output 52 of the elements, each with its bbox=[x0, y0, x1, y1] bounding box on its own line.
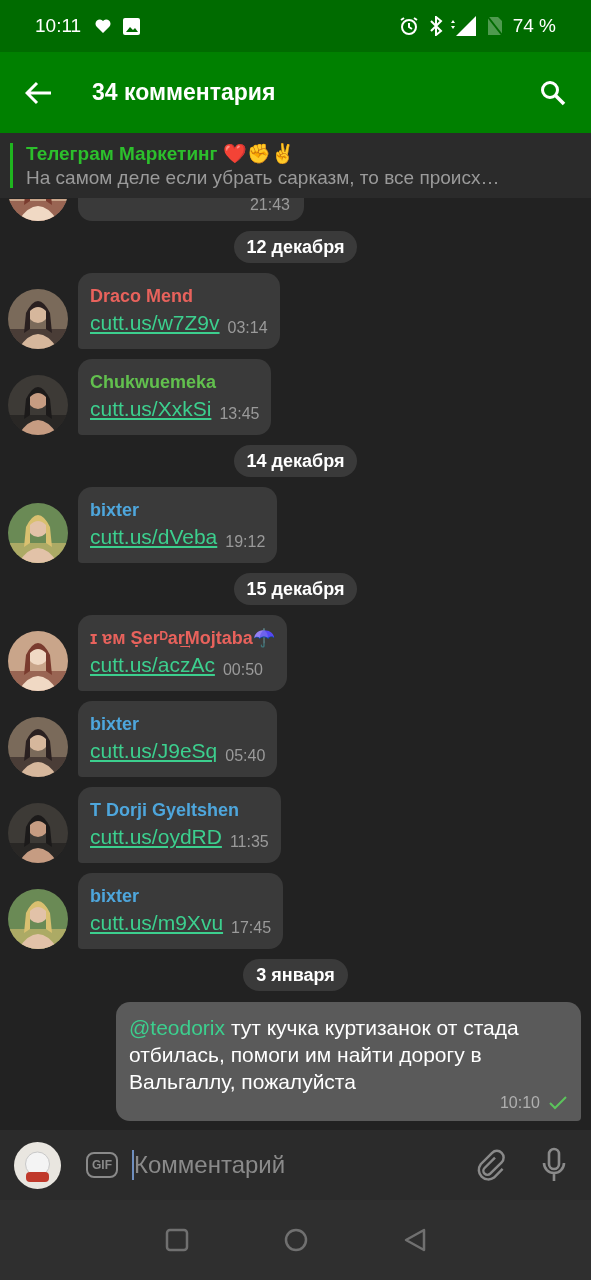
pinned-message[interactable]: Телеграм Маркетинг ❤✊✌ На самом деле если убрать сарказм, то все происх… bbox=[0, 133, 591, 198]
alarm-icon bbox=[398, 16, 419, 36]
heart-icon bbox=[95, 19, 112, 33]
sender-name: Draco Mend bbox=[90, 285, 195, 308]
sender-name: bixter bbox=[90, 499, 141, 522]
date-separator: 3 января bbox=[243, 959, 348, 991]
composer-bar[interactable]: GIF Комментарий bbox=[0, 1130, 591, 1200]
sender-name: bixter bbox=[90, 885, 141, 908]
comment-field[interactable]: Комментарий bbox=[134, 1147, 476, 1183]
message-text: @teodorix тут кучка куртизанок от стада отбилась, помоги им найти дорогу в Вальгаллу, пожалуйста bbox=[129, 1015, 520, 1095]
back-nav-button[interactable] bbox=[402, 1228, 427, 1252]
search-button[interactable] bbox=[540, 79, 566, 106]
pinned-title: Телеграм Маркетинг ❤✊✌ bbox=[26, 141, 296, 166]
message-link[interactable]: cutt.us/XxkSi bbox=[90, 394, 212, 424]
status-time: 10:11 bbox=[35, 13, 82, 38]
image-icon bbox=[123, 17, 141, 35]
message-time: 13:45 bbox=[219, 404, 260, 424]
message-time: 00:50 bbox=[222, 660, 263, 680]
message-time: 10:10 bbox=[499, 1093, 540, 1113]
bluetooth-icon bbox=[428, 16, 443, 36]
message-time: 05:40 bbox=[225, 746, 266, 766]
back-button[interactable] bbox=[25, 80, 53, 105]
pinned-text: На самом деле если убрать сарказм, то все происх… bbox=[26, 165, 500, 190]
sender-name: bixter bbox=[90, 713, 141, 736]
signal-icon bbox=[448, 15, 477, 37]
home-button[interactable] bbox=[283, 1228, 308, 1252]
message-time: 19:12 bbox=[225, 532, 266, 552]
message-time: 17:45 bbox=[231, 918, 272, 938]
sender-name: ɪ ɐм Ṣerᴰar͢Mojtaba☂ bbox=[90, 627, 275, 650]
attach-button[interactable] bbox=[476, 1149, 506, 1181]
date-separator: 14 декабря bbox=[233, 445, 358, 477]
recents-button[interactable] bbox=[164, 1228, 189, 1252]
message-link[interactable]: cutt.us/aczAc bbox=[90, 650, 215, 680]
sender-name: T Dorji Gyeltshen bbox=[90, 799, 241, 822]
chat-title: 34 комментария bbox=[92, 78, 277, 108]
mention-link[interactable]: @teodorix bbox=[129, 1016, 226, 1039]
microphone-button[interactable] bbox=[541, 1147, 567, 1183]
no-sim-icon bbox=[486, 16, 503, 36]
date-separator: 15 декабря bbox=[233, 573, 358, 605]
text-cursor bbox=[132, 1150, 134, 1180]
message-time: 11:35 bbox=[229, 832, 269, 852]
message-link[interactable]: cutt.us/J9eSq bbox=[90, 736, 218, 766]
message-link[interactable]: cutt.us/oydRD bbox=[90, 822, 222, 852]
message-time: 21:43 bbox=[249, 198, 290, 214]
gif-button[interactable]: GIF bbox=[86, 1152, 118, 1178]
date-separator: 12 декабря bbox=[233, 231, 358, 263]
message-link[interactable]: cutt.us/m9Xvu bbox=[90, 908, 224, 938]
battery-level: 74 % bbox=[512, 13, 556, 38]
message-link[interactable]: cutt.us/dVeba bbox=[90, 522, 218, 552]
sender-name: Chukwuemeka bbox=[90, 371, 218, 394]
message-link[interactable]: cutt.us/w7Z9v bbox=[90, 308, 220, 338]
message-time: 03:14 bbox=[227, 318, 268, 338]
